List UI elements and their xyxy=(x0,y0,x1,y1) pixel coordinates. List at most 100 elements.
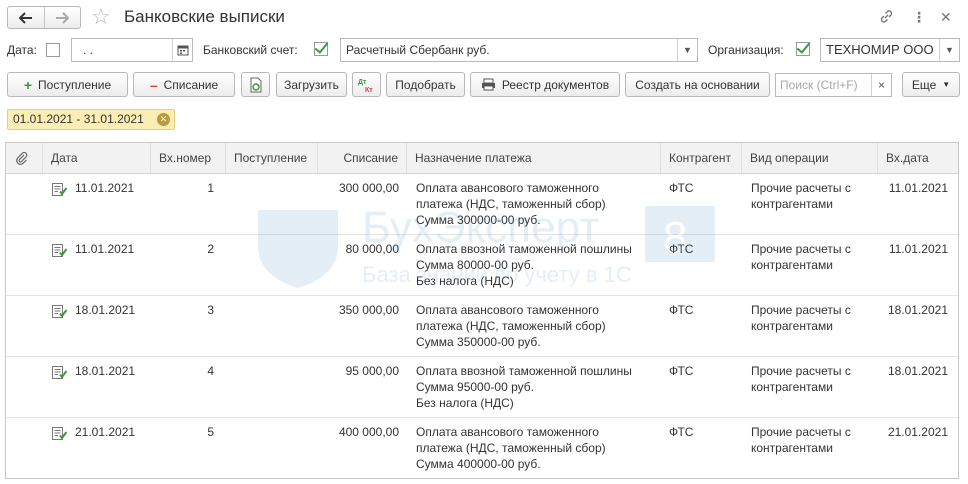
operation-line: контрагентами xyxy=(751,258,833,272)
organization-field[interactable]: ТЕХНОМИР ООО ▼ xyxy=(820,38,960,62)
paperclip-icon xyxy=(16,151,28,165)
purpose-line: Оплата авансового таможенного xyxy=(416,425,599,439)
close-icon[interactable]: ✕ xyxy=(940,9,952,25)
account-field[interactable]: Расчетный Сбербанк руб. ▼ xyxy=(340,38,698,62)
cell-in-date: 11.01.2021 xyxy=(888,181,948,195)
column-header-in-date[interactable]: Вх.дата xyxy=(878,143,958,173)
chevron-down-icon[interactable]: ▼ xyxy=(677,39,697,61)
date-checkbox[interactable] xyxy=(46,43,60,57)
cell-in-date: 18.01.2021 xyxy=(887,364,948,378)
purpose-line: платежа (НДС, таможенный сбор) xyxy=(416,197,606,211)
more-label: Еще xyxy=(911,77,937,92)
operation-line: Прочие расчеты с xyxy=(751,425,851,439)
search-input[interactable]: Поиск (Ctrl+F) × xyxy=(775,73,892,97)
add-expense-button[interactable]: – Списание xyxy=(133,72,235,97)
more-vertical-icon[interactable]: ⋮ xyxy=(912,9,926,25)
document-refresh-icon xyxy=(250,77,261,92)
organization-checkbox[interactable] xyxy=(796,42,810,56)
navigation-buttons xyxy=(7,6,81,29)
date-field[interactable]: . . xyxy=(71,38,193,62)
table-row[interactable]: 21.01.2021 5 400 000,00 Оплата авансового т… xyxy=(6,418,958,478)
cell-purpose: Оплата ввозной таможенной пошлины Сумма 8… xyxy=(416,235,661,289)
cell-in-number: 2 xyxy=(207,242,214,256)
cell-operation: Прочие расчеты с контрагентами xyxy=(751,357,876,395)
cell-counterparty: ФТС xyxy=(669,303,694,317)
period-filter-tag[interactable]: 01.01.2021 - 31.01.2021 ✕ xyxy=(7,109,175,130)
purpose-line: Сумма 400000-00 руб. xyxy=(416,457,541,471)
operation-line: Прочие расчеты с xyxy=(751,242,851,256)
purpose-line: Сумма 95000-00 руб. xyxy=(416,380,534,394)
bank-statements-table[interactable]: Дата Вх.номер Поступление Списание Назна… xyxy=(5,142,959,479)
table-row[interactable]: 11.01.2021 2 80 000,00 Оплата ввозной тамож… xyxy=(6,235,958,296)
purpose-line: Без налога (НДС) xyxy=(416,274,514,288)
column-header-operation[interactable]: Вид операции xyxy=(742,143,878,173)
more-button[interactable]: Еще ▼ xyxy=(902,72,960,97)
column-header-income[interactable]: Поступление xyxy=(226,143,318,173)
purpose-line: Сумма 350000-00 руб. xyxy=(416,335,541,349)
title-bar: ☆ Банковские выписки ⋮ ✕ xyxy=(0,0,968,36)
purpose-line: Сумма 80000-00 руб. xyxy=(416,258,534,272)
cell-date: 11.01.2021 xyxy=(75,181,135,195)
cell-counterparty: ФТС xyxy=(669,242,694,256)
cell-in-date: 18.01.2021 xyxy=(887,303,948,317)
cell-in-date: 21.01.2021 xyxy=(887,425,948,439)
organization-value: ТЕХНОМИР ООО xyxy=(826,42,934,57)
purpose-line: платежа (НДС, таможенный сбор) xyxy=(416,319,606,333)
column-header-expense[interactable]: Списание xyxy=(318,143,407,173)
load-button[interactable]: Загрузить xyxy=(276,72,347,97)
column-header-date[interactable]: Дата xyxy=(43,143,151,173)
print-document-button[interactable] xyxy=(241,72,270,97)
operation-line: контрагентами xyxy=(751,197,833,211)
account-value: Расчетный Сбербанк руб. xyxy=(346,43,490,57)
cell-income xyxy=(226,357,310,363)
purpose-line: Без налога (НДС) xyxy=(416,396,514,410)
link-icon[interactable] xyxy=(879,9,894,27)
plus-icon: + xyxy=(23,76,33,93)
calendar-icon[interactable] xyxy=(172,39,192,61)
period-value: 01.01.2021 - 31.01.2021 xyxy=(13,112,144,126)
page-title: Банковские выписки xyxy=(124,7,285,26)
minus-icon: – xyxy=(149,76,158,93)
dt-kt-button[interactable]: Дт Кт xyxy=(352,72,381,97)
back-button[interactable] xyxy=(8,7,45,28)
operation-line: Прочие расчеты с xyxy=(751,181,851,195)
column-header-counterparty[interactable]: Контрагент xyxy=(661,143,742,173)
posted-document-icon xyxy=(52,244,67,257)
attachment-column-header[interactable] xyxy=(6,143,43,173)
organization-label: Организация: xyxy=(708,43,784,57)
cell-in-number: 1 xyxy=(207,181,214,195)
cell-expense: 300 000,00 xyxy=(338,181,399,195)
table-row[interactable]: 11.01.2021 1 300 000,00 Оплата авансового т… xyxy=(6,174,958,235)
cell-date: 18.01.2021 xyxy=(75,364,136,378)
account-checkbox[interactable] xyxy=(314,42,328,56)
table-row[interactable]: 18.01.2021 4 95 000,00 Оплата ввозной тамож… xyxy=(6,357,958,418)
account-label: Банковский счет: xyxy=(203,43,298,57)
forward-button[interactable] xyxy=(45,7,81,28)
create-based-on-button[interactable]: Создать на основании xyxy=(625,72,770,97)
clear-search-icon[interactable]: × xyxy=(871,74,891,96)
column-header-in-number[interactable]: Вх.номер xyxy=(151,143,226,173)
posted-document-icon xyxy=(52,183,67,196)
load-label: Загрузить xyxy=(284,77,339,92)
favorite-star-icon[interactable]: ☆ xyxy=(91,4,111,30)
pick-button[interactable]: Подобрать xyxy=(386,72,465,97)
cell-purpose: Оплата авансового таможенного платежа (НД… xyxy=(416,174,661,228)
purpose-line: Оплата ввозной таможенной пошлины xyxy=(416,364,632,378)
purpose-line: платежа (НДС, таможенный сбор) xyxy=(416,441,606,455)
add-income-label: Поступление xyxy=(38,77,112,92)
search-placeholder: Поиск (Ctrl+F) xyxy=(780,78,858,92)
remove-filter-icon[interactable]: ✕ xyxy=(157,113,170,126)
posted-document-icon xyxy=(52,305,67,318)
table-row[interactable]: 18.01.2021 3 350 000,00 Оплата авансового т… xyxy=(6,296,958,357)
cell-date: 21.01.2021 xyxy=(75,425,136,439)
add-income-button[interactable]: + Поступление xyxy=(7,72,128,97)
cell-counterparty: ФТС xyxy=(669,181,694,195)
printer-icon xyxy=(481,78,495,91)
column-header-purpose[interactable]: Назначение платежа xyxy=(407,143,661,173)
cell-counterparty: ФТС xyxy=(669,425,694,439)
cell-expense: 80 000,00 xyxy=(345,242,399,256)
chevron-down-icon[interactable]: ▼ xyxy=(939,39,959,61)
document-registry-button[interactable]: Реестр документов xyxy=(470,72,620,97)
purpose-line: Оплата ввозной таможенной пошлины xyxy=(416,242,632,256)
date-value: . . xyxy=(83,43,94,57)
